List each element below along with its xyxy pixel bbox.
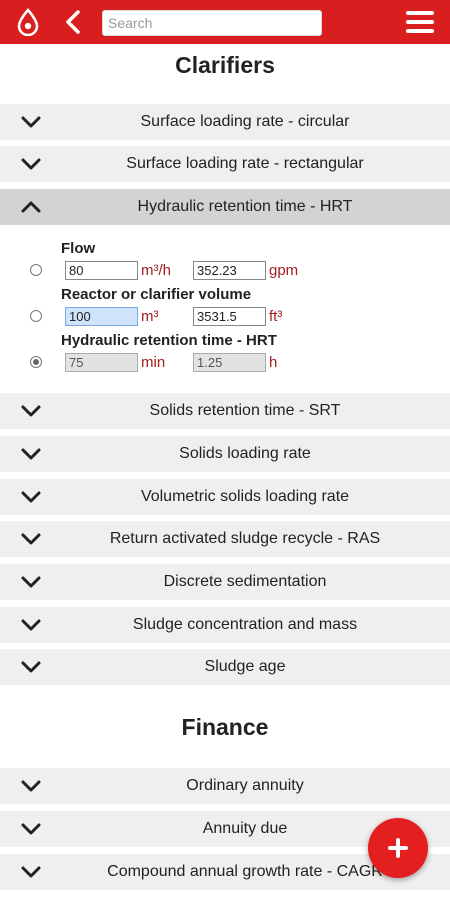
accordion-item-hrt[interactable]: Hydraulic retention time - HRT [0,189,450,225]
flow-unit-m3h: m³/h [141,262,171,279]
volume-unit-ft3: ft³ [269,308,283,325]
volume-ft3-input[interactable]: 3531.5 [193,307,266,326]
logo-drop-icon[interactable] [14,8,42,36]
hrt-min-input[interactable]: 75 [65,353,138,372]
flow-unit-gpm: gpm [269,262,299,279]
chevron-up-icon [21,201,41,213]
chevron-down-icon [21,823,41,835]
accordion-item-solids-loading-rate[interactable]: Solids loading rate [0,436,450,472]
accordion-label: Solids retention time - SRT [149,402,341,419]
hrt-radio[interactable] [30,356,42,368]
chevron-down-icon [21,491,41,503]
chevron-down-icon [21,780,41,792]
flow-label: Flow [61,240,96,257]
flow-m3h-input[interactable]: 80 [65,261,138,280]
accordion-label: Solids loading rate [179,445,311,462]
hrt-h-input[interactable]: 1.25 [193,353,266,372]
menu-bar [406,29,434,33]
chevron-down-icon [21,866,41,878]
chevron-down-icon [21,533,41,545]
accordion-item-sludge-concentration[interactable]: Sludge concentration and mass [0,607,450,643]
accordion-item-volumetric-solids-loading[interactable]: Volumetric solids loading rate [0,479,450,515]
section-title-finance: Finance [181,714,269,740]
hrt-unit-min: min [141,354,166,371]
search-input[interactable] [102,10,322,36]
accordion-label: Sludge age [204,658,286,675]
volume-label: Reactor or clarifier volume [61,286,252,303]
top-app-bar [0,0,450,44]
chevron-down-icon [21,158,41,170]
menu-icon[interactable] [406,9,436,35]
menu-bar [406,20,434,24]
add-fab-button[interactable] [368,818,428,878]
chevron-down-icon [21,448,41,460]
back-icon[interactable] [60,8,88,36]
chevron-down-icon [21,576,41,588]
hrt-label: Hydraulic retention time - HRT [61,332,277,349]
accordion-label: Ordinary annuity [186,777,304,794]
volume-unit-m3: m³ [141,308,159,325]
accordion-item-ordinary-annuity[interactable]: Ordinary annuity [0,768,450,804]
chevron-down-icon [21,116,41,128]
accordion-item-ras[interactable]: Return activated sludge recycle - RAS [0,521,450,557]
chevron-down-icon [21,661,41,673]
accordion-item-surface-loading-rectangular[interactable]: Surface loading rate - rectangular [0,146,450,182]
chevron-down-icon [21,619,41,631]
hrt-calculator-panel: Flow 80 m³/h 352.23 gpm Reactor or clari… [0,230,450,390]
flow-gpm-input[interactable]: 352.23 [193,261,266,280]
section-title-clarifiers: Clarifiers [175,52,275,78]
chevron-down-icon [21,405,41,417]
accordion-label: Hydraulic retention time - HRT [137,198,353,215]
accordion-label: Sludge concentration and mass [132,616,358,633]
flow-radio[interactable] [30,264,42,276]
accordion-label: Surface loading rate - circular [140,113,350,130]
accordion-label: Return activated sludge recycle - RAS [109,530,381,547]
accordion-item-srt[interactable]: Solids retention time - SRT [0,393,450,429]
volume-m3-input[interactable]: 100 [65,307,138,326]
accordion-label: Surface loading rate - rectangular [126,155,364,172]
accordion-label: Discrete sedimentation [163,573,327,590]
accordion-item-sludge-age[interactable]: Sludge age [0,649,450,685]
accordion-item-surface-loading-circular[interactable]: Surface loading rate - circular [0,104,450,140]
accordion-item-discrete-sedimentation[interactable]: Discrete sedimentation [0,564,450,600]
accordion-label: Volumetric solids loading rate [140,488,350,505]
hrt-unit-h: h [269,354,278,371]
volume-radio[interactable] [30,310,42,322]
menu-bar [406,11,434,15]
